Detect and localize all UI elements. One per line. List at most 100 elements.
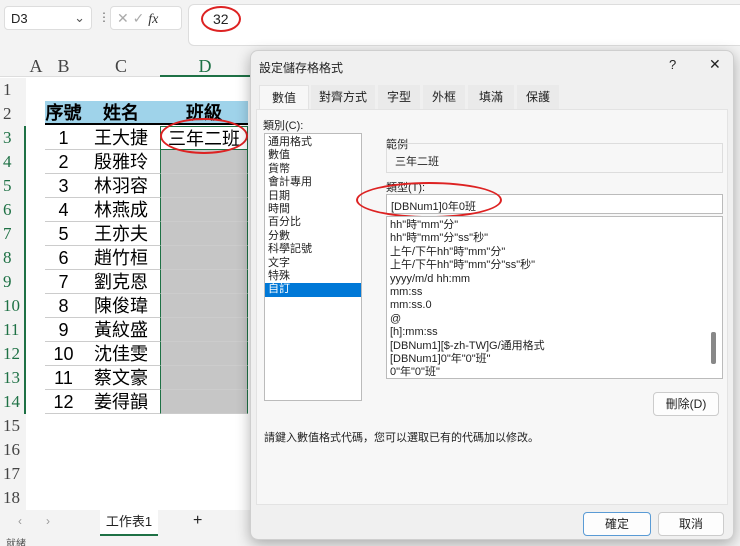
tab-5[interactable]: 保護 [517, 85, 559, 109]
table-cell[interactable]: 陳俊瑋 [82, 294, 160, 318]
format-code-item[interactable]: hh"時"mm"分"ss"秒" [387, 232, 722, 245]
row-header-7[interactable]: 7 [0, 222, 26, 246]
table-cell[interactable] [160, 174, 248, 198]
category-item[interactable]: 特殊 [265, 270, 361, 283]
table-header-cell[interactable]: 姓名 [82, 101, 160, 125]
category-item[interactable]: 分數 [265, 230, 361, 243]
tab-0[interactable]: 數值 [259, 85, 309, 109]
row-header-1[interactable]: 1 [0, 78, 26, 102]
formula-input[interactable]: 32 [188, 4, 740, 46]
close-button[interactable]: ✕ [709, 56, 721, 73]
table-cell[interactable] [160, 246, 248, 270]
table-cell[interactable]: 殷雅玲 [82, 150, 160, 174]
table-cell[interactable] [160, 318, 248, 342]
table-cell[interactable]: 姜得韻 [82, 390, 160, 414]
table-cell[interactable]: 黃紋盛 [82, 318, 160, 342]
category-item[interactable]: 百分比 [265, 216, 361, 229]
format-code-item[interactable]: mm:ss [387, 286, 722, 299]
format-code-item[interactable]: 0"年"0"班" [387, 366, 722, 378]
row-header-8[interactable]: 8 [0, 246, 26, 270]
table-cell[interactable] [160, 366, 248, 390]
table-cell[interactable]: 4 [45, 198, 82, 222]
tab-1[interactable]: 對齊方式 [311, 85, 375, 109]
row-header-17[interactable]: 17 [0, 462, 26, 486]
format-code-item[interactable]: [DBNum1]0"年"0"班" [387, 353, 722, 366]
row-header-2[interactable]: 2 [0, 102, 26, 126]
category-item[interactable]: 貨幣 [265, 163, 361, 176]
table-cell[interactable]: 劉克恩 [82, 270, 160, 294]
category-item[interactable]: 文字 [265, 257, 361, 270]
select-all[interactable] [0, 55, 27, 77]
enter-icon[interactable]: ✓ [133, 10, 145, 26]
category-item[interactable]: 科學記號 [265, 243, 361, 256]
add-sheet-button[interactable]: + [193, 512, 202, 530]
table-cell[interactable]: 王大捷 [82, 126, 160, 150]
table-cell[interactable] [160, 294, 248, 318]
table-cell[interactable]: 1 [45, 126, 82, 150]
table-cell[interactable]: 趙竹桓 [82, 246, 160, 270]
column-header-b[interactable]: B [45, 55, 82, 77]
table-cell[interactable]: 5 [45, 222, 82, 246]
table-cell[interactable]: 3 [45, 174, 82, 198]
tab-2[interactable]: 字型 [378, 85, 420, 109]
category-item[interactable]: 數值 [265, 149, 361, 162]
table-cell[interactable]: 10 [45, 342, 82, 366]
chevron-down-icon[interactable]: ⌄ [74, 10, 85, 26]
table-cell[interactable] [160, 222, 248, 246]
table-header-cell[interactable]: 序號 [45, 101, 82, 125]
row-header-10[interactable]: 10 [0, 294, 26, 318]
format-code-item[interactable]: 上午/下午hh"時"mm"分"ss"秒" [387, 259, 722, 272]
row-header-9[interactable]: 9 [0, 270, 26, 294]
name-box[interactable]: D3 ⌄ [4, 6, 92, 30]
category-item[interactable]: 日期 [265, 190, 361, 203]
row-header-15[interactable]: 15 [0, 414, 26, 438]
delete-button[interactable]: 刪除(D) [653, 392, 719, 416]
format-code-item[interactable]: hh"時"mm"分" [387, 219, 722, 232]
category-item[interactable]: 會計專用 [265, 176, 361, 189]
format-code-item[interactable]: 上午/下午hh"時"mm"分" [387, 246, 722, 259]
row-header-13[interactable]: 13 [0, 366, 26, 390]
table-cell[interactable]: 7 [45, 270, 82, 294]
table-cell[interactable]: 林羽容 [82, 174, 160, 198]
table-cell[interactable]: 12 [45, 390, 82, 414]
table-cell[interactable] [160, 198, 248, 222]
table-cell[interactable]: 沈佳雯 [82, 342, 160, 366]
table-cell[interactable]: 8 [45, 294, 82, 318]
more-icon[interactable]: ⋮ [98, 10, 110, 24]
table-cell[interactable]: 2 [45, 150, 82, 174]
format-code-list[interactable]: hh"時"mm"分" hh"時"mm"分"ss"秒" 上午/下午hh"時"mm"分"… [386, 216, 723, 379]
table-cell[interactable]: 蔡文豪 [82, 366, 160, 390]
format-code-item[interactable]: [DBNum1][$-zh-TW]G/通用格式 [387, 340, 722, 353]
row-header-11[interactable]: 11 [0, 318, 26, 342]
table-cell[interactable] [160, 390, 248, 414]
category-list[interactable]: 通用格式 數值 貨幣 會計專用 日期 時間 百分比 分數 科學記號 文字 特殊 自訂 [264, 133, 362, 401]
fx-icon[interactable]: fx [148, 12, 158, 27]
column-header-a[interactable]: A [27, 55, 45, 77]
next-sheet-icon[interactable]: › [46, 514, 50, 528]
cancel-button[interactable]: 取消 [658, 512, 724, 536]
column-header-c[interactable]: C [82, 55, 160, 77]
table-cell[interactable]: 9 [45, 318, 82, 342]
table-cell[interactable] [160, 342, 248, 366]
row-header-18[interactable]: 18 [0, 486, 26, 510]
scrollbar-thumb[interactable] [711, 332, 716, 364]
row-header-6[interactable]: 6 [0, 198, 26, 222]
cancel-icon[interactable]: ✕ [117, 10, 129, 26]
prev-sheet-icon[interactable]: ‹ [18, 514, 22, 528]
row-header-16[interactable]: 16 [0, 438, 26, 462]
row-header-5[interactable]: 5 [0, 174, 26, 198]
row-header-14[interactable]: 14 [0, 390, 26, 414]
format-code-item[interactable]: @ [387, 313, 722, 326]
table-cell[interactable]: 11 [45, 366, 82, 390]
sheet-tab-1[interactable]: 工作表1 [100, 510, 158, 536]
format-code-item[interactable]: [h]:mm:ss [387, 326, 722, 339]
table-cell[interactable]: 王亦夫 [82, 222, 160, 246]
table-cell[interactable] [160, 270, 248, 294]
row-header-12[interactable]: 12 [0, 342, 26, 366]
category-item[interactable]: 自訂 [265, 283, 361, 297]
format-code-item[interactable]: yyyy/m/d hh:mm [387, 273, 722, 286]
category-item[interactable]: 通用格式 [265, 136, 361, 149]
help-button[interactable]: ? [669, 57, 676, 72]
tab-4[interactable]: 填滿 [468, 85, 514, 109]
category-item[interactable]: 時間 [265, 203, 361, 216]
